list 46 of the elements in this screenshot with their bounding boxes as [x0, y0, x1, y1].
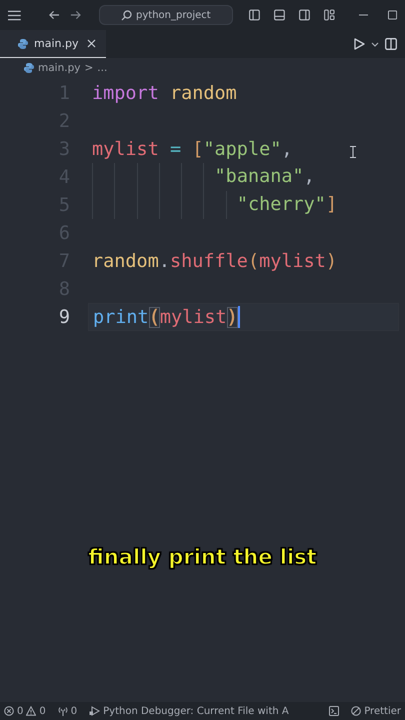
editor-tab[interactable]: main.py — [0, 30, 106, 58]
secondary-sidebar-icon[interactable] — [299, 9, 310, 21]
breadcrumb-separator: > — [84, 62, 94, 74]
search-field[interactable]: python_project — [98, 5, 234, 25]
code-line: "cherry"] — [92, 191, 338, 219]
forward-arrow-icon[interactable] — [70, 10, 81, 20]
layout-icon[interactable] — [324, 9, 335, 21]
text-cursor-icon — [350, 146, 356, 158]
antenna-icon — [58, 706, 68, 716]
terminal-icon — [329, 706, 340, 716]
line-number: 9 — [58, 306, 70, 328]
code-line: "banana", — [92, 163, 315, 191]
warning-count: 0 — [39, 706, 46, 716]
sidebar-toggle-icon[interactable] — [249, 9, 260, 21]
breadcrumb-file[interactable]: main.py — [38, 62, 80, 74]
breadcrumb-symbol[interactable]: ... — [97, 62, 108, 74]
menu-icon[interactable] — [8, 10, 21, 20]
code-line: mylist = ["apple", — [92, 138, 292, 160]
python-file-icon — [24, 63, 34, 73]
debug-label: Python Debugger: Current File with A — [103, 706, 289, 716]
debug-run-icon — [89, 706, 100, 716]
code-line: import random — [92, 82, 237, 104]
minimize-icon[interactable] — [358, 14, 368, 16]
error-count: 0 — [17, 706, 24, 716]
python-file-icon — [18, 38, 28, 48]
panel-toggle-icon[interactable] — [274, 9, 286, 21]
caption-text: finally print the list — [88, 545, 317, 569]
code-line: random.shuffle(mylist) — [92, 250, 338, 272]
formatter-label: Prettier — [364, 706, 401, 716]
back-arrow-icon[interactable] — [48, 10, 60, 20]
search-text: python_project — [136, 10, 211, 20]
problems-indicator[interactable]: 0 0 — [4, 706, 46, 716]
split-editor-icon[interactable] — [385, 38, 397, 50]
error-icon — [4, 706, 14, 716]
chevron-down-icon[interactable] — [371, 42, 379, 46]
ports-indicator[interactable]: 0 — [58, 706, 78, 716]
maximize-icon[interactable] — [388, 10, 398, 20]
warning-icon — [26, 706, 36, 716]
close-icon[interactable] — [87, 39, 96, 48]
code-line: print(mylist) — [93, 306, 238, 328]
debug-config[interactable]: Python Debugger: Current File with A — [89, 706, 318, 716]
ports-count: 0 — [70, 706, 78, 716]
search-icon — [121, 10, 132, 20]
formatter-status[interactable]: Prettier — [351, 706, 401, 716]
prohibited-icon — [351, 706, 362, 716]
run-icon[interactable] — [354, 38, 365, 50]
